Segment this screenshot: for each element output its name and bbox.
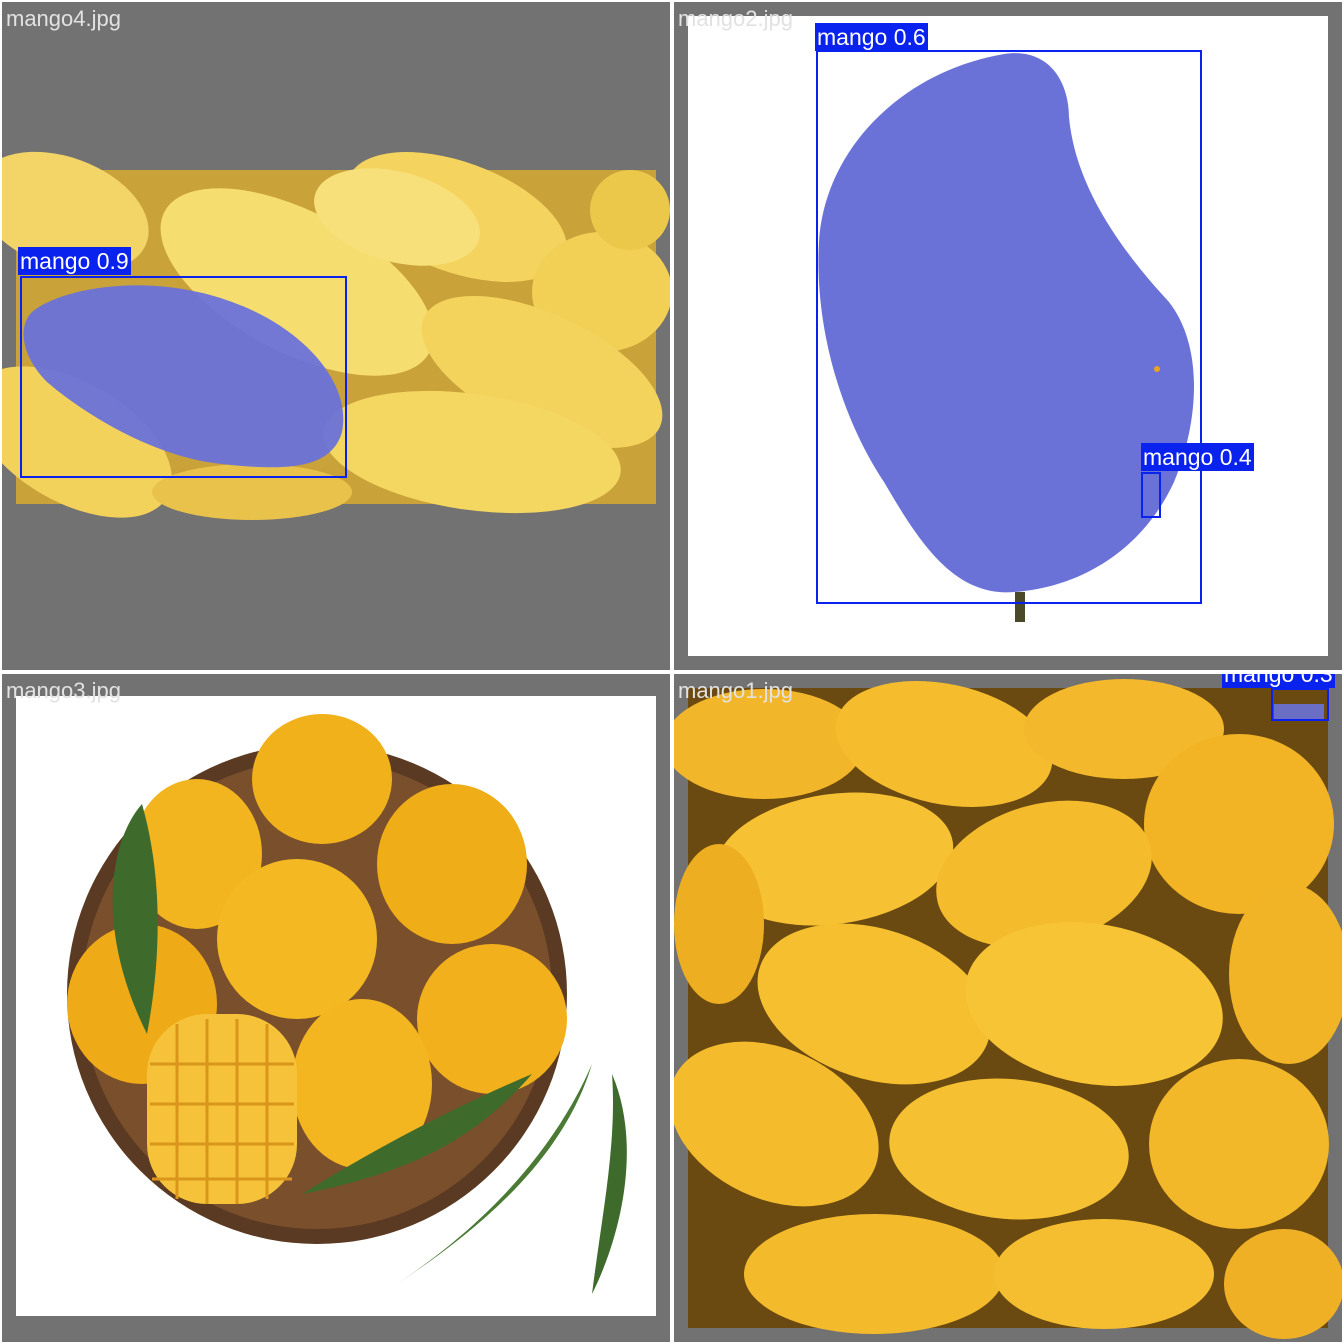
detection-label: mango 0.4 <box>1141 443 1254 471</box>
detection-box <box>1271 688 1329 721</box>
detection-label: mango 0.9 <box>18 247 131 275</box>
detection-box <box>20 276 347 478</box>
detection-box <box>816 50 1202 604</box>
tile-mango3: mango3.jpg <box>2 674 670 1342</box>
tile-mango4: mango4.jpg mango 0.9 <box>2 2 670 670</box>
mango3-photo <box>16 696 656 1316</box>
mango1-photo <box>674 679 1342 1339</box>
detection-label: mango 0.6 <box>815 23 928 51</box>
filename-label: mango2.jpg <box>678 6 793 31</box>
detection-box <box>1141 472 1161 518</box>
filename-label: mango3.jpg <box>6 678 121 703</box>
filename-label: mango4.jpg <box>6 6 121 31</box>
tile-mango1: mango1.jpg mango 0.3 <box>674 674 1342 1342</box>
tile-mango2: mango2.jpg mango 0.6 mango 0.4 <box>674 2 1342 670</box>
detection-label: mango 0.3 <box>1222 674 1335 688</box>
filename-label: mango1.jpg <box>678 678 793 703</box>
